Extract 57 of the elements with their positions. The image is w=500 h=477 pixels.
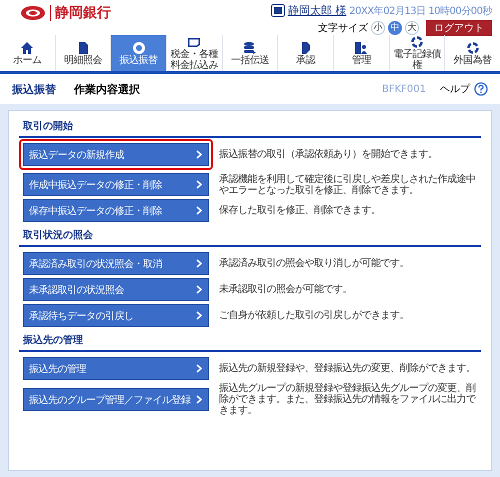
menu-button[interactable]: 承認済み取引の状況照会・取消: [23, 252, 209, 275]
item-description: 承認機能を利用して確定後に引戻しや差戻しされた作成途中やエラーとなった取引を修正、削除できます。: [219, 174, 476, 196]
nav-tab[interactable]: 税金・各種料金払込み: [166, 35, 222, 71]
item-description: 振込振替の取引（承認依頼あり）を開始できます。: [219, 149, 438, 160]
item-description: 保存した取引を修正、削除できます。: [219, 205, 382, 216]
chevron-icon: [196, 395, 202, 404]
nav-tab[interactable]: 電子記録債権: [388, 35, 444, 71]
nav-tab[interactable]: 一括伝送: [222, 35, 278, 71]
nav-tab[interactable]: 振込振替: [110, 35, 166, 71]
menu-button[interactable]: 振込先のグループ管理／ファイル登録: [23, 388, 209, 411]
help-icon[interactable]: [474, 82, 488, 96]
chevron-icon: [196, 180, 202, 189]
user-badge-icon: [270, 4, 285, 17]
chevron-icon: [196, 311, 202, 320]
font-size-label: 文字サイズ: [318, 22, 368, 35]
nav-tab[interactable]: 管理: [333, 35, 389, 71]
item-description: 振込先グループの新規登録や登録振込先グループの変更、削除ができます。また、登録振込先の情報をファイルに出力できます。: [219, 383, 477, 416]
chevron-icon: [196, 259, 202, 268]
menu-button[interactable]: 振込データの新規作成: [23, 143, 209, 166]
chevron-icon: [196, 364, 202, 373]
item-description: 振込先の新規登録や、登録振込先の変更、削除ができます。: [219, 363, 476, 374]
help-link[interactable]: ヘルプ: [440, 82, 470, 96]
menu-button[interactable]: 承認待ちデータの引戻し: [23, 304, 209, 327]
logout-button[interactable]: ログアウト: [426, 20, 492, 36]
menu-button[interactable]: 未承認取引の状況照会: [23, 278, 209, 301]
menu-button[interactable]: 振込先の管理: [23, 357, 209, 380]
chevron-icon: [196, 150, 202, 159]
document-icon: [76, 40, 90, 54]
card-icon: [187, 35, 202, 49]
chevron-icon: [196, 285, 202, 294]
font-size-button[interactable]: 小: [371, 21, 385, 35]
page-title: 作業内容選択: [74, 82, 141, 96]
item-description: ご自身が依頼した取引の引戻しができます。: [219, 310, 410, 321]
ring-icon: [410, 35, 424, 49]
nav-tab[interactable]: ホーム: [0, 35, 55, 71]
breadcrumb-section: 振込振替: [12, 82, 56, 96]
user-name: 静岡太郎 様: [288, 3, 346, 18]
chevron-icon: [196, 206, 202, 215]
menu-button[interactable]: 保存中振込データの修正・削除: [23, 199, 209, 222]
home-icon: [20, 40, 34, 54]
person-icon: [354, 40, 368, 54]
font-size-button[interactable]: 大: [405, 21, 419, 35]
section-title: 振込先の管理: [19, 333, 481, 352]
nav-tab[interactable]: 承認: [277, 35, 334, 71]
menu-button[interactable]: 作成中振込データの修正・削除: [23, 173, 209, 196]
nav-tab[interactable]: 外国為替: [444, 35, 500, 71]
ring-icon: [466, 40, 480, 54]
bank-logo-icon: [20, 5, 46, 21]
section-title: 取引の開始: [19, 119, 481, 138]
item-description: 未承認取引の照会が可能です。: [219, 284, 353, 295]
font-size-button[interactable]: 中: [388, 21, 402, 35]
database-icon: [243, 40, 258, 54]
bank-name: 静岡銀行: [50, 5, 111, 21]
section-title: 取引状況の照会: [19, 228, 481, 247]
screen-id: BFKF001: [382, 84, 426, 94]
login-datetime: 20XX年02月13日 10時00分00秒: [349, 4, 492, 18]
item-description: 承認済み取引の照会や取り消しが可能です。: [219, 258, 410, 269]
